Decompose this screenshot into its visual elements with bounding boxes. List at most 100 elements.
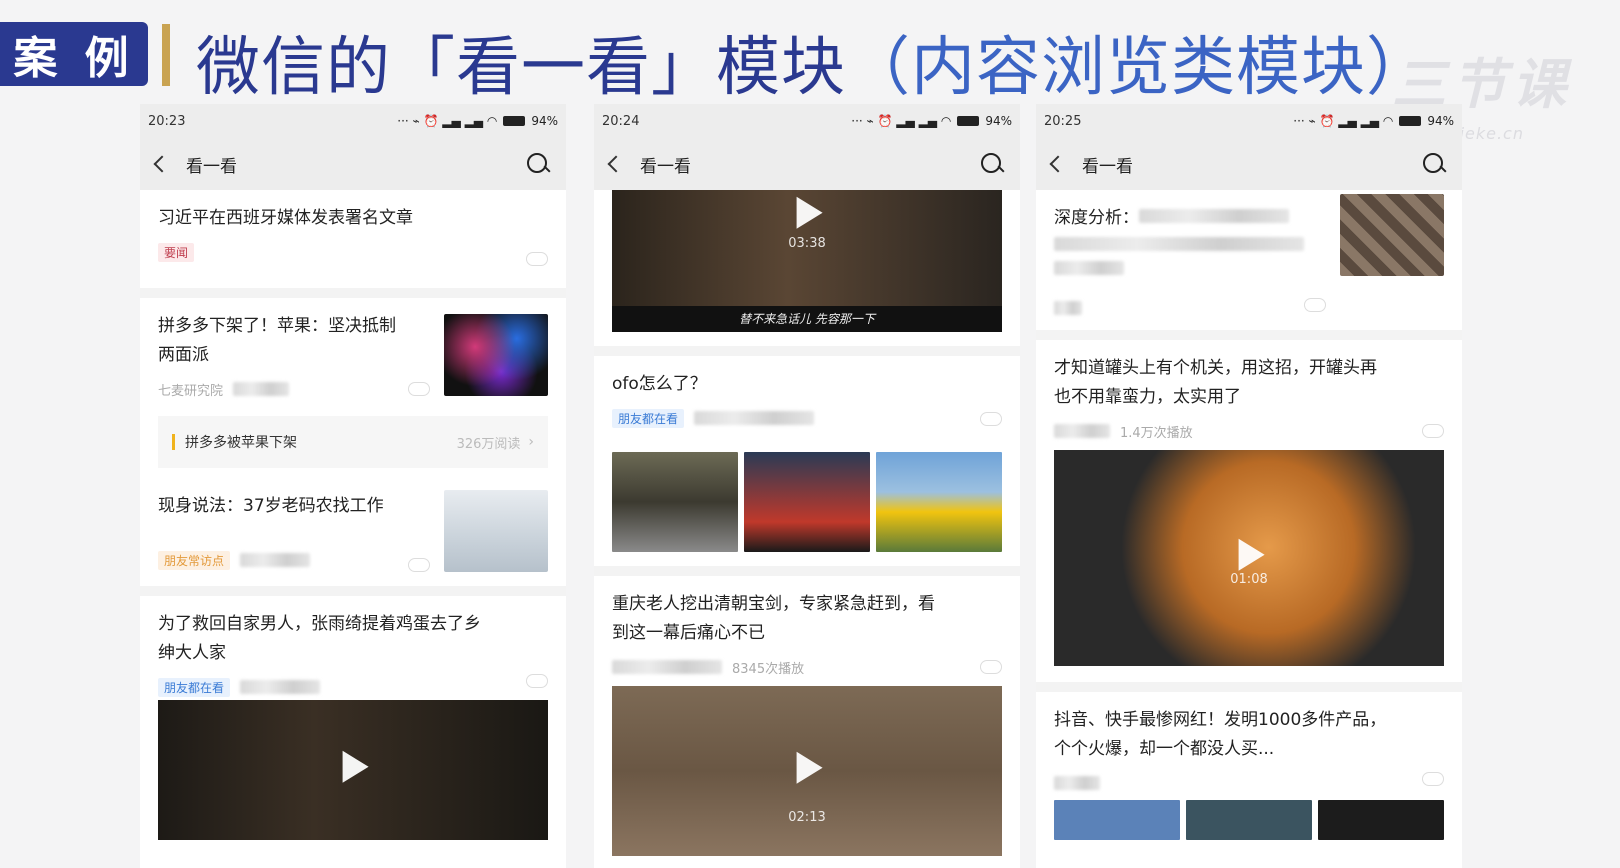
slide-title: 微信的「看一看」模块（内容浏览类模块） xyxy=(196,16,1431,108)
play-icon[interactable] xyxy=(342,750,369,783)
item-title: 深度分析： xyxy=(1054,204,1314,233)
related-topic[interactable]: 拼多多被苹果下架 326万阅读 › xyxy=(158,416,548,468)
nav-title: 看一看 xyxy=(1082,156,1133,177)
item-title: 拼多多下架了！苹果：坚决抵制 两面派 xyxy=(158,316,396,365)
dismiss-icon[interactable] xyxy=(526,252,548,266)
dismiss-icon[interactable] xyxy=(980,660,1002,674)
item-meta: 朋友都在看 xyxy=(158,676,548,698)
feed-item[interactable]: 现身说法：37岁老码农找工作 朋友常访点 xyxy=(140,478,566,586)
status-time: 20:24 xyxy=(602,113,640,129)
dismiss-icon[interactable] xyxy=(1304,298,1326,312)
thumbnail-image[interactable] xyxy=(444,490,548,572)
divider xyxy=(594,346,1020,356)
item-meta: 1.4万次播放 xyxy=(1054,420,1444,442)
search-icon[interactable] xyxy=(980,152,1004,176)
search-icon[interactable] xyxy=(526,152,550,176)
feed[interactable]: 深度分析： 才知道罐头上有个机关，用这招，开罐头再 也不用靠蛮力，太实用了 1.… xyxy=(1036,190,1462,868)
feed-item[interactable]: 才知道罐头上有个机关，用这招，开罐头再 也不用靠蛮力，太实用了 1.4万次播放 xyxy=(1036,340,1462,450)
grid-image[interactable] xyxy=(1186,800,1312,840)
search-icon[interactable] xyxy=(1422,152,1446,176)
status-icons: ··· ⌁ ⏰ ▂▄ ▂▄ ◠ 94% xyxy=(1293,114,1454,128)
status-time: 20:23 xyxy=(148,113,186,129)
video-player[interactable]: 01:08 xyxy=(1054,450,1444,666)
phone-screen-1: 20:23 ··· ⌁ ⏰ ▂▄ ▂▄ ◠ 94% 看一看 习近平在西班牙媒体发… xyxy=(140,104,566,868)
item-meta xyxy=(1054,297,1444,319)
blurred-text xyxy=(240,680,321,694)
blurred-text xyxy=(1054,776,1100,790)
dismiss-icon[interactable] xyxy=(1422,772,1444,786)
feed-item[interactable]: ofo怎么了？ 朋友都在看 xyxy=(594,356,1020,448)
thumbnail-image[interactable] xyxy=(444,314,548,396)
grid-image[interactable] xyxy=(876,452,1002,552)
divider xyxy=(1036,682,1462,692)
feed-item[interactable]: 为了救回自家男人，张雨绮提着鸡蛋去了乡 绅大人家 朋友都在看 xyxy=(140,596,566,700)
item-title: ofo怎么了？ xyxy=(612,374,707,394)
status-icons: ··· ⌁ ⏰ ▂▄ ▂▄ ◠ 94% xyxy=(397,114,558,128)
feed-item[interactable]: 抖音、快手最惨网红！发明1000多件产品， 个个火爆，却一个都没人买... xyxy=(1036,692,1462,796)
video-player[interactable]: 02:13 xyxy=(612,686,1002,856)
grid-image[interactable] xyxy=(1318,800,1444,840)
status-bar: 20:25 ··· ⌁ ⏰ ▂▄ ▂▄ ◠ 94% xyxy=(1036,104,1462,138)
feed-item[interactable]: 深度分析： xyxy=(1036,190,1462,330)
feed[interactable]: 03:38 替不来急话儿 先容那一下 ofo怎么了？ 朋友都在看 重庆老人挖出清… xyxy=(594,190,1020,868)
feed-item[interactable]: 重庆老人挖出清朝宝剑，专家紧急赶到，看 到这一幕后痛心不已 8345次播放 xyxy=(594,576,1020,686)
title-accent-bar xyxy=(162,24,170,86)
blurred-text xyxy=(1054,424,1110,438)
grid-image[interactable] xyxy=(1054,800,1180,840)
slide: 案 例 微信的「看一看」模块（内容浏览类模块） 三节课 sanjieke.cn … xyxy=(0,0,1620,868)
back-icon[interactable] xyxy=(1049,155,1067,173)
battery-level: 94% xyxy=(1427,114,1454,128)
item-meta: 8345次播放 xyxy=(612,656,1002,678)
chevron-right-icon: › xyxy=(528,434,534,450)
dismiss-icon[interactable] xyxy=(526,674,548,688)
view-count: 8345次播放 xyxy=(732,661,805,677)
play-icon[interactable] xyxy=(1238,538,1265,571)
dismiss-icon[interactable] xyxy=(1422,424,1444,438)
feed[interactable]: 习近平在西班牙媒体发表署名文章 要闻 拼多多下架了！苹果：坚决抵制 两面派 七麦… xyxy=(140,190,566,868)
video-duration: 01:08 xyxy=(1230,572,1268,587)
related-count: 326万阅读 xyxy=(456,436,521,452)
tag-badge: 朋友都在看 xyxy=(612,408,685,428)
image-grid xyxy=(1054,800,1444,840)
back-icon[interactable] xyxy=(607,155,625,173)
blurred-text xyxy=(1139,209,1289,223)
play-icon[interactable] xyxy=(796,751,823,784)
blurred-text xyxy=(694,411,815,425)
item-title: 才知道罐头上有个机关，用这招，开罐头再 也不用靠蛮力，太实用了 xyxy=(1054,358,1377,407)
nav-bar: 看一看 xyxy=(1036,138,1462,190)
blurred-text xyxy=(233,382,290,396)
back-icon[interactable] xyxy=(153,155,171,173)
nav-bar: 看一看 xyxy=(594,138,1020,190)
grid-image[interactable] xyxy=(744,452,870,552)
video-player[interactable]: 03:38 替不来急话儿 先容那一下 xyxy=(612,190,1002,332)
item-title: 为了救回自家男人，张雨绮提着鸡蛋去了乡 绅大人家 xyxy=(158,614,481,663)
item-meta: 朋友都在看 xyxy=(612,407,1002,429)
video-duration: 02:13 xyxy=(788,810,826,825)
view-count: 1.4万次播放 xyxy=(1120,425,1193,441)
divider xyxy=(140,586,566,596)
battery-level: 94% xyxy=(985,114,1012,128)
play-icon[interactable] xyxy=(796,196,823,229)
status-bar: 20:24 ··· ⌁ ⏰ ▂▄ ▂▄ ◠ 94% xyxy=(594,104,1020,138)
battery-icon xyxy=(957,116,980,126)
slide-title-main: 微信的「看一看」模块 xyxy=(196,31,846,105)
phone-screen-3: 20:25 ··· ⌁ ⏰ ▂▄ ▂▄ ◠ 94% 看一看 深度分析： 才知道罐… xyxy=(1036,104,1462,868)
item-title: 习近平在西班牙媒体发表署名文章 xyxy=(158,208,413,228)
item-title: 抖音、快手最惨网红！发明1000多件产品， 个个火爆，却一个都没人买... xyxy=(1054,710,1387,759)
divider xyxy=(140,288,566,298)
dismiss-icon[interactable] xyxy=(408,382,430,396)
item-source: 七麦研究院 xyxy=(158,383,224,399)
battery-icon xyxy=(503,116,526,126)
blurred-text xyxy=(612,660,722,674)
feed-item[interactable]: 习近平在西班牙媒体发表署名文章 要闻 xyxy=(140,190,566,288)
signal-icon: ··· ⌁ ⏰ ▂▄ ▂▄ ◠ xyxy=(397,114,498,128)
grid-image[interactable] xyxy=(612,452,738,552)
feed-item[interactable]: 拼多多下架了！苹果：坚决抵制 两面派 七麦研究院 xyxy=(140,298,566,410)
tag-badge: 要闻 xyxy=(158,242,195,262)
video-player[interactable] xyxy=(158,700,548,840)
dismiss-icon[interactable] xyxy=(980,412,1002,426)
thumbnail-image[interactable] xyxy=(1340,194,1444,276)
dismiss-icon[interactable] xyxy=(408,558,430,572)
blurred-text xyxy=(1054,301,1082,315)
tag-badge: 朋友都在看 xyxy=(158,677,231,697)
